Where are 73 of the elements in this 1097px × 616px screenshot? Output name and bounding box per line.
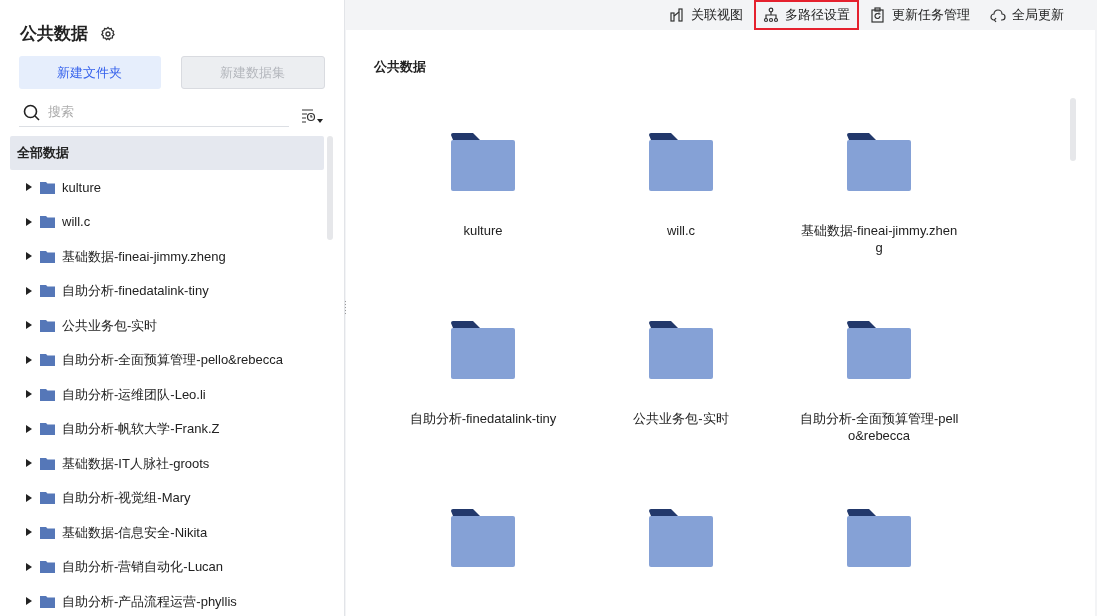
folder-icon (40, 387, 55, 401)
tree-item[interactable]: 自助分析-帆软大学-Frank.Z (62, 419, 220, 439)
folder-name[interactable]: 自助分析-finedatalink-tiny (403, 409, 563, 427)
expand-caret-icon[interactable] (25, 183, 33, 192)
folder-icon (40, 249, 55, 263)
expand-caret-icon[interactable] (25, 390, 33, 399)
folder-icon (451, 132, 515, 191)
tree-item[interactable]: 自助分析-产品流程运营-phyllis (62, 591, 237, 611)
toolbar-button[interactable]: 全局更新 (981, 0, 1073, 30)
folder-name[interactable]: 公共业务包-实时 (601, 409, 761, 427)
folder-name[interactable]: 自助分析-全面预算管理-pello&rebecca (799, 409, 959, 444)
tree-item[interactable]: 自助分析-运维团队-Leo.li (62, 384, 206, 404)
folder-icon (40, 491, 55, 505)
cloud-icon (990, 7, 1006, 23)
sort-filter-icon[interactable] (301, 107, 323, 124)
search-icon (23, 103, 40, 121)
folder-icon (40, 284, 55, 298)
folder-icon (451, 508, 515, 567)
folder-icon (40, 422, 55, 436)
expand-caret-icon[interactable] (25, 252, 33, 261)
relation-icon (669, 7, 685, 23)
tree-item[interactable]: 基础数据-IT人脉社-groots (62, 453, 210, 473)
tree-item[interactable]: 公共业务包-实时 (62, 315, 158, 335)
folder-icon (649, 132, 713, 191)
expand-caret-icon[interactable] (25, 562, 33, 571)
expand-caret-icon[interactable] (25, 528, 33, 537)
folder-name[interactable]: will.c (601, 221, 761, 239)
folder-icon (847, 508, 911, 567)
folder-icon (40, 594, 55, 608)
folder-icon (649, 320, 713, 379)
folder-icon (40, 180, 55, 194)
folder-name[interactable]: 基础数据-fineai-jimmy.zheng (799, 221, 959, 256)
folder-icon (40, 215, 55, 229)
sidebar-title: 公共数据 (20, 23, 88, 46)
folder-icon (847, 320, 911, 379)
toolbar-button[interactable]: 更新任务管理 (861, 0, 979, 30)
folder-icon (649, 508, 713, 567)
search-input[interactable]: 搜索 (48, 102, 248, 122)
expand-caret-icon[interactable] (25, 321, 33, 330)
folder-icon (40, 456, 55, 470)
settings-icon[interactable] (100, 26, 116, 42)
expand-caret-icon[interactable] (25, 597, 33, 606)
scrollbar-thumb[interactable] (1070, 98, 1076, 161)
expand-caret-icon[interactable] (25, 286, 33, 295)
tree-item[interactable]: 自助分析-视觉组-Mary (62, 488, 191, 508)
toolbar-button[interactable]: 关联视图 (660, 0, 752, 30)
tree-item[interactable]: will.c (62, 212, 91, 232)
hierarchy-icon (763, 7, 779, 23)
folder-name[interactable]: kulture (403, 221, 563, 239)
folder-icon (40, 353, 55, 367)
tree-item[interactable]: 基础数据-信息安全-Nikita (62, 522, 208, 542)
tree-root-item[interactable]: 全部数据 (10, 136, 324, 170)
folder-icon (40, 525, 55, 539)
tree-item[interactable]: kulture (62, 177, 102, 197)
expand-caret-icon[interactable] (25, 424, 33, 433)
search-field[interactable]: 搜索 (19, 98, 289, 127)
breadcrumb-title: 公共数据 (374, 58, 427, 76)
folder-icon (40, 318, 55, 332)
expand-caret-icon[interactable] (25, 217, 33, 226)
tree-item[interactable]: 基础数据-fineai-jimmy.zheng (62, 246, 226, 266)
new-folder-button[interactable]: 新建文件夹 (19, 56, 161, 89)
clipboard-icon (870, 7, 886, 23)
toolbar-button[interactable]: 多路径设置 (754, 0, 859, 30)
tree-item[interactable]: 自助分析-finedatalink-tiny (62, 281, 209, 301)
tree-item[interactable]: 自助分析-全面预算管理-pello&rebecca (62, 350, 284, 370)
folder-icon (40, 560, 55, 574)
scrollbar-thumb[interactable] (327, 136, 333, 240)
folder-icon (847, 132, 911, 191)
expand-caret-icon[interactable] (25, 459, 33, 468)
expand-caret-icon[interactable] (25, 493, 33, 502)
tree-item[interactable]: 自助分析-营销自动化-Lucan (62, 557, 224, 577)
folder-icon (451, 320, 515, 379)
expand-caret-icon[interactable] (25, 355, 33, 364)
